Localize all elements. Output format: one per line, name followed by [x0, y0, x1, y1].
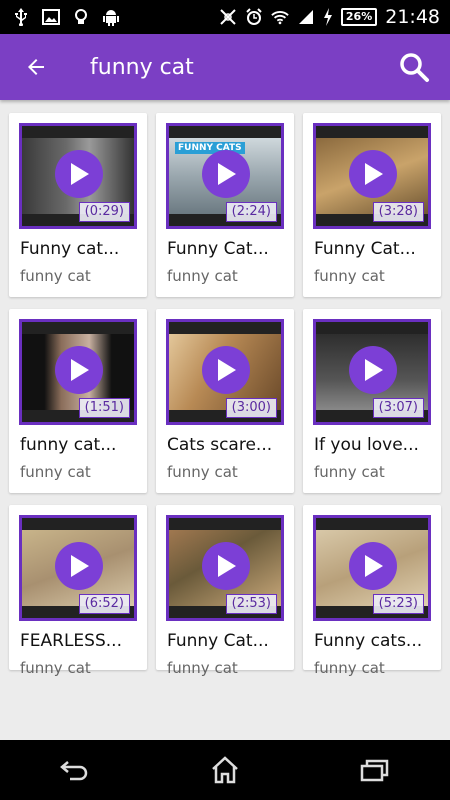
app-bar: funny cat — [0, 34, 450, 100]
video-thumbnail[interactable]: (6:52) — [19, 515, 137, 621]
video-card[interactable]: (3:00) Cats scare... funny cat — [156, 309, 294, 493]
video-thumbnail[interactable]: (5:23) — [313, 515, 431, 621]
video-card[interactable]: (0:29) Funny cat... funny cat — [9, 113, 147, 297]
video-title: Funny Cat... — [167, 631, 269, 651]
video-card[interactable]: FUNNY CATS (2:24) Funny Cat... funny cat — [156, 113, 294, 297]
duration-badge: (2:24) — [225, 202, 277, 222]
video-title: FEARLESS... — [20, 631, 122, 651]
video-subtitle: funny cat — [314, 267, 385, 285]
video-subtitle: funny cat — [167, 267, 238, 285]
play-icon — [218, 359, 236, 381]
battery-indicator: 26% — [340, 8, 378, 26]
play-icon — [365, 359, 383, 381]
video-thumbnail[interactable]: (3:28) — [313, 123, 431, 229]
video-subtitle: funny cat — [167, 463, 238, 481]
video-title: funny cat... — [20, 435, 117, 455]
video-grid: (0:29) Funny cat... funny cat FUNNY CATS (2:… — [0, 100, 450, 678]
search-button[interactable] — [394, 47, 434, 87]
video-title: Funny cat... — [20, 239, 120, 259]
video-thumbnail[interactable]: (1:51) — [19, 319, 137, 425]
clock: 21:48 — [385, 6, 440, 28]
duration-badge: (5:23) — [372, 594, 424, 614]
video-card[interactable]: (3:07) If you love... funny cat — [303, 309, 441, 493]
wifi-icon — [271, 8, 289, 26]
duration-badge: (3:28) — [372, 202, 424, 222]
play-button[interactable] — [202, 346, 250, 394]
play-icon — [71, 555, 89, 577]
signal-icon — [297, 8, 315, 26]
play-button[interactable] — [55, 150, 103, 198]
duration-badge: (2:53) — [225, 594, 277, 614]
video-thumbnail[interactable]: (2:53) — [166, 515, 284, 621]
video-card[interactable]: (3:28) Funny Cat... funny cat — [303, 113, 441, 297]
duration-badge: (0:29) — [78, 202, 130, 222]
play-icon — [71, 359, 89, 381]
alarm-icon — [245, 8, 263, 26]
video-title: If you love... — [314, 435, 419, 455]
video-subtitle: funny cat — [20, 267, 91, 285]
video-thumbnail[interactable]: (3:00) — [166, 319, 284, 425]
image-icon — [42, 8, 60, 26]
mute-icon — [219, 8, 237, 26]
search-icon — [400, 53, 429, 82]
status-bar: 26% 21:48 — [0, 0, 450, 34]
android-icon — [102, 8, 120, 26]
play-button[interactable] — [202, 150, 250, 198]
video-title: Funny Cat... — [314, 239, 416, 259]
video-title: Funny Cat... — [167, 239, 269, 259]
video-card[interactable]: (2:53) Funny Cat... funny cat — [156, 505, 294, 677]
play-button[interactable] — [55, 542, 103, 590]
nav-home-button[interactable] — [195, 748, 255, 792]
play-button[interactable] — [202, 542, 250, 590]
play-button[interactable] — [349, 346, 397, 394]
video-subtitle: funny cat — [20, 659, 91, 677]
play-button[interactable] — [55, 346, 103, 394]
play-icon — [218, 555, 236, 577]
play-icon — [218, 163, 236, 185]
charging-icon — [323, 8, 333, 26]
duration-badge: (3:00) — [225, 398, 277, 418]
play-icon — [71, 163, 89, 185]
video-subtitle: funny cat — [314, 659, 385, 677]
home-icon — [212, 756, 238, 784]
duration-badge: (3:07) — [372, 398, 424, 418]
video-title: Cats scare... — [167, 435, 273, 455]
play-button[interactable] — [349, 542, 397, 590]
nav-back-button[interactable] — [45, 748, 105, 792]
play-button[interactable] — [349, 150, 397, 198]
duration-badge: (6:52) — [78, 594, 130, 614]
video-subtitle: funny cat — [314, 463, 385, 481]
play-icon — [365, 163, 383, 185]
back-button[interactable] — [16, 47, 56, 87]
video-subtitle: funny cat — [167, 659, 238, 677]
lightbulb-icon — [72, 8, 90, 26]
video-subtitle: funny cat — [20, 463, 91, 481]
video-thumbnail[interactable]: (3:07) — [313, 319, 431, 425]
recent-apps-icon — [360, 759, 389, 782]
video-card[interactable]: (5:23) Funny cats... funny cat — [303, 505, 441, 677]
search-query-title: funny cat — [90, 54, 194, 80]
play-icon — [365, 555, 383, 577]
back-nav-icon — [60, 761, 88, 781]
video-card[interactable]: (6:52) FEARLESS... funny cat — [9, 505, 147, 677]
video-title: Funny cats... — [314, 631, 423, 651]
nav-recent-apps-button[interactable] — [345, 748, 405, 792]
video-thumbnail[interactable]: FUNNY CATS (2:24) — [166, 123, 284, 229]
duration-badge: (1:51) — [78, 398, 130, 418]
navigation-bar — [0, 740, 450, 800]
arrow-back-icon — [28, 59, 44, 75]
usb-icon — [12, 8, 30, 26]
video-thumbnail[interactable]: (0:29) — [19, 123, 137, 229]
video-card[interactable]: (1:51) funny cat... funny cat — [9, 309, 147, 493]
